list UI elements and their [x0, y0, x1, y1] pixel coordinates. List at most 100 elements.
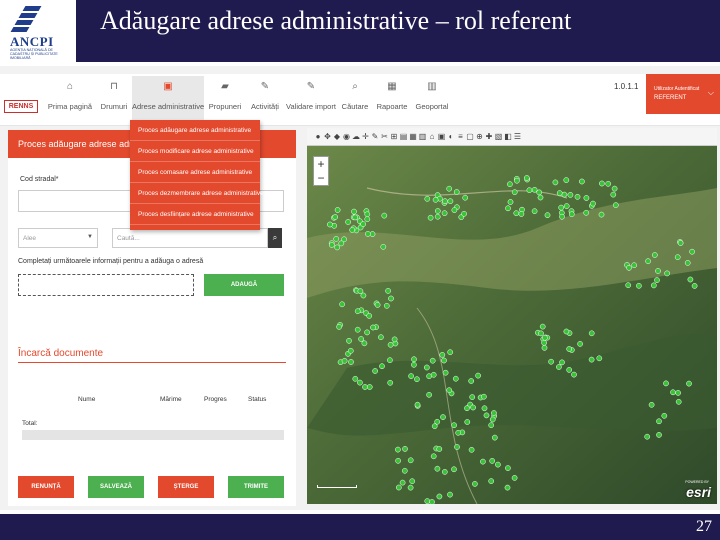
- address-marker[interactable]: [495, 461, 501, 468]
- address-marker[interactable]: [670, 389, 676, 396]
- address-marker[interactable]: [451, 466, 457, 473]
- address-marker[interactable]: [480, 458, 486, 465]
- address-marker[interactable]: [472, 481, 478, 487]
- address-marker[interactable]: [447, 349, 454, 356]
- address-marker[interactable]: [434, 213, 441, 220]
- move-icon[interactable]: ✛: [361, 131, 371, 142]
- address-marker[interactable]: [454, 444, 460, 450]
- address-marker[interactable]: [505, 465, 511, 471]
- address-marker[interactable]: [489, 458, 496, 464]
- address-drop-zone[interactable]: [18, 274, 194, 296]
- nav-rapoarte[interactable]: ▦ Rapoarte: [374, 76, 410, 126]
- address-marker[interactable]: [452, 375, 459, 382]
- address-marker[interactable]: [411, 356, 417, 363]
- nav-activitati[interactable]: ✎ Activități: [246, 76, 284, 126]
- address-marker[interactable]: [364, 211, 371, 218]
- address-marker[interactable]: [655, 268, 661, 274]
- address-marker[interactable]: [414, 376, 420, 383]
- address-marker[interactable]: [644, 433, 651, 440]
- address-marker[interactable]: [352, 214, 359, 221]
- map-view[interactable]: ● ✥ ◆ ◉ ☁ ✛ ✎ ✂ ⊞ ▤ ▦ ▥ ⌂ ▣ ◐ ≡ ▢ ⊕ ✚ ▧ ◧ ☰ + − POWERED BY es…: [307, 128, 717, 504]
- address-marker[interactable]: [542, 334, 548, 341]
- address-marker[interactable]: [334, 244, 341, 251]
- address-marker[interactable]: [402, 446, 408, 452]
- raster-icon[interactable]: ▦: [408, 131, 418, 142]
- dropdown-item-merge[interactable]: Proces comasare adrese administrative: [130, 162, 260, 183]
- address-marker[interactable]: [399, 479, 406, 486]
- address-marker[interactable]: [568, 211, 575, 218]
- address-marker[interactable]: [364, 216, 371, 223]
- address-marker[interactable]: [455, 429, 462, 436]
- address-marker[interactable]: [333, 236, 340, 242]
- split-icon[interactable]: ◧: [503, 131, 513, 142]
- address-marker[interactable]: [383, 302, 390, 309]
- address-marker[interactable]: [541, 339, 547, 346]
- address-marker[interactable]: [381, 212, 388, 219]
- address-marker[interactable]: [439, 352, 446, 358]
- address-marker[interactable]: [409, 478, 416, 485]
- address-marker[interactable]: [544, 212, 551, 219]
- address-marker[interactable]: [345, 219, 351, 225]
- address-marker[interactable]: [481, 393, 487, 400]
- brand-logo[interactable]: RENNS: [4, 100, 38, 113]
- address-marker[interactable]: [464, 419, 471, 425]
- address-marker[interactable]: [511, 189, 518, 196]
- address-marker[interactable]: [434, 465, 441, 472]
- address-marker[interactable]: [691, 283, 698, 289]
- nav-validare-import[interactable]: ✎ Validare import: [286, 76, 336, 126]
- address-marker[interactable]: [631, 262, 638, 269]
- address-marker[interactable]: [388, 295, 394, 302]
- address-marker[interactable]: [434, 208, 441, 214]
- address-marker[interactable]: [664, 270, 670, 277]
- address-marker[interactable]: [401, 467, 408, 474]
- dropdown-item-add[interactable]: Proces adăugare adrese administrative: [130, 120, 260, 141]
- address-marker[interactable]: [361, 340, 368, 347]
- address-marker[interactable]: [654, 277, 660, 283]
- address-marker[interactable]: [347, 347, 354, 354]
- address-marker[interactable]: [470, 404, 476, 411]
- submit-button[interactable]: TRIMITE: [228, 476, 284, 498]
- address-marker[interactable]: [518, 211, 525, 217]
- address-marker[interactable]: [548, 358, 554, 365]
- list-icon[interactable]: ≡: [456, 131, 466, 142]
- address-marker[interactable]: [357, 379, 363, 386]
- address-marker[interactable]: [440, 414, 446, 420]
- address-marker[interactable]: [414, 401, 421, 408]
- address-marker[interactable]: [611, 185, 618, 192]
- address-marker[interactable]: [636, 282, 642, 289]
- address-marker[interactable]: [513, 210, 520, 217]
- address-marker[interactable]: [556, 190, 563, 196]
- address-marker[interactable]: [362, 384, 368, 390]
- chart-icon[interactable]: ▥: [418, 131, 428, 142]
- address-marker[interactable]: [468, 378, 475, 384]
- address-marker[interactable]: [429, 499, 435, 504]
- address-marker[interactable]: [366, 384, 373, 390]
- address-marker[interactable]: [431, 423, 438, 430]
- address-marker[interactable]: [429, 357, 436, 364]
- address-marker[interactable]: [556, 364, 562, 370]
- address-marker[interactable]: [489, 416, 496, 423]
- address-marker[interactable]: [385, 288, 391, 294]
- address-marker[interactable]: [366, 313, 373, 319]
- zoom-in-button[interactable]: +: [314, 157, 328, 171]
- address-marker[interactable]: [677, 240, 684, 246]
- address-marker[interactable]: [387, 341, 394, 348]
- address-marker[interactable]: [674, 254, 681, 261]
- dropdown-item-split[interactable]: Proces dezmembrare adrese administrative: [130, 183, 264, 204]
- home-icon[interactable]: ⌂: [427, 131, 437, 142]
- address-marker[interactable]: [526, 187, 533, 194]
- address-marker[interactable]: [567, 192, 574, 198]
- hatch-icon[interactable]: ▧: [494, 131, 504, 142]
- layers-icon[interactable]: ●: [313, 131, 323, 142]
- address-marker[interactable]: [442, 198, 448, 205]
- address-marker[interactable]: [468, 446, 475, 453]
- zoom-out-button[interactable]: −: [314, 171, 328, 185]
- nav-drumuri[interactable]: ⊓ Drumuri: [96, 76, 132, 126]
- cancel-button[interactable]: RENUNȚĂ: [18, 476, 74, 498]
- address-marker[interactable]: [441, 469, 448, 475]
- add-icon[interactable]: ⊕: [475, 131, 485, 142]
- address-marker[interactable]: [446, 387, 453, 394]
- address-marker[interactable]: [424, 498, 431, 504]
- address-marker[interactable]: [552, 179, 559, 186]
- address-marker[interactable]: [357, 288, 364, 295]
